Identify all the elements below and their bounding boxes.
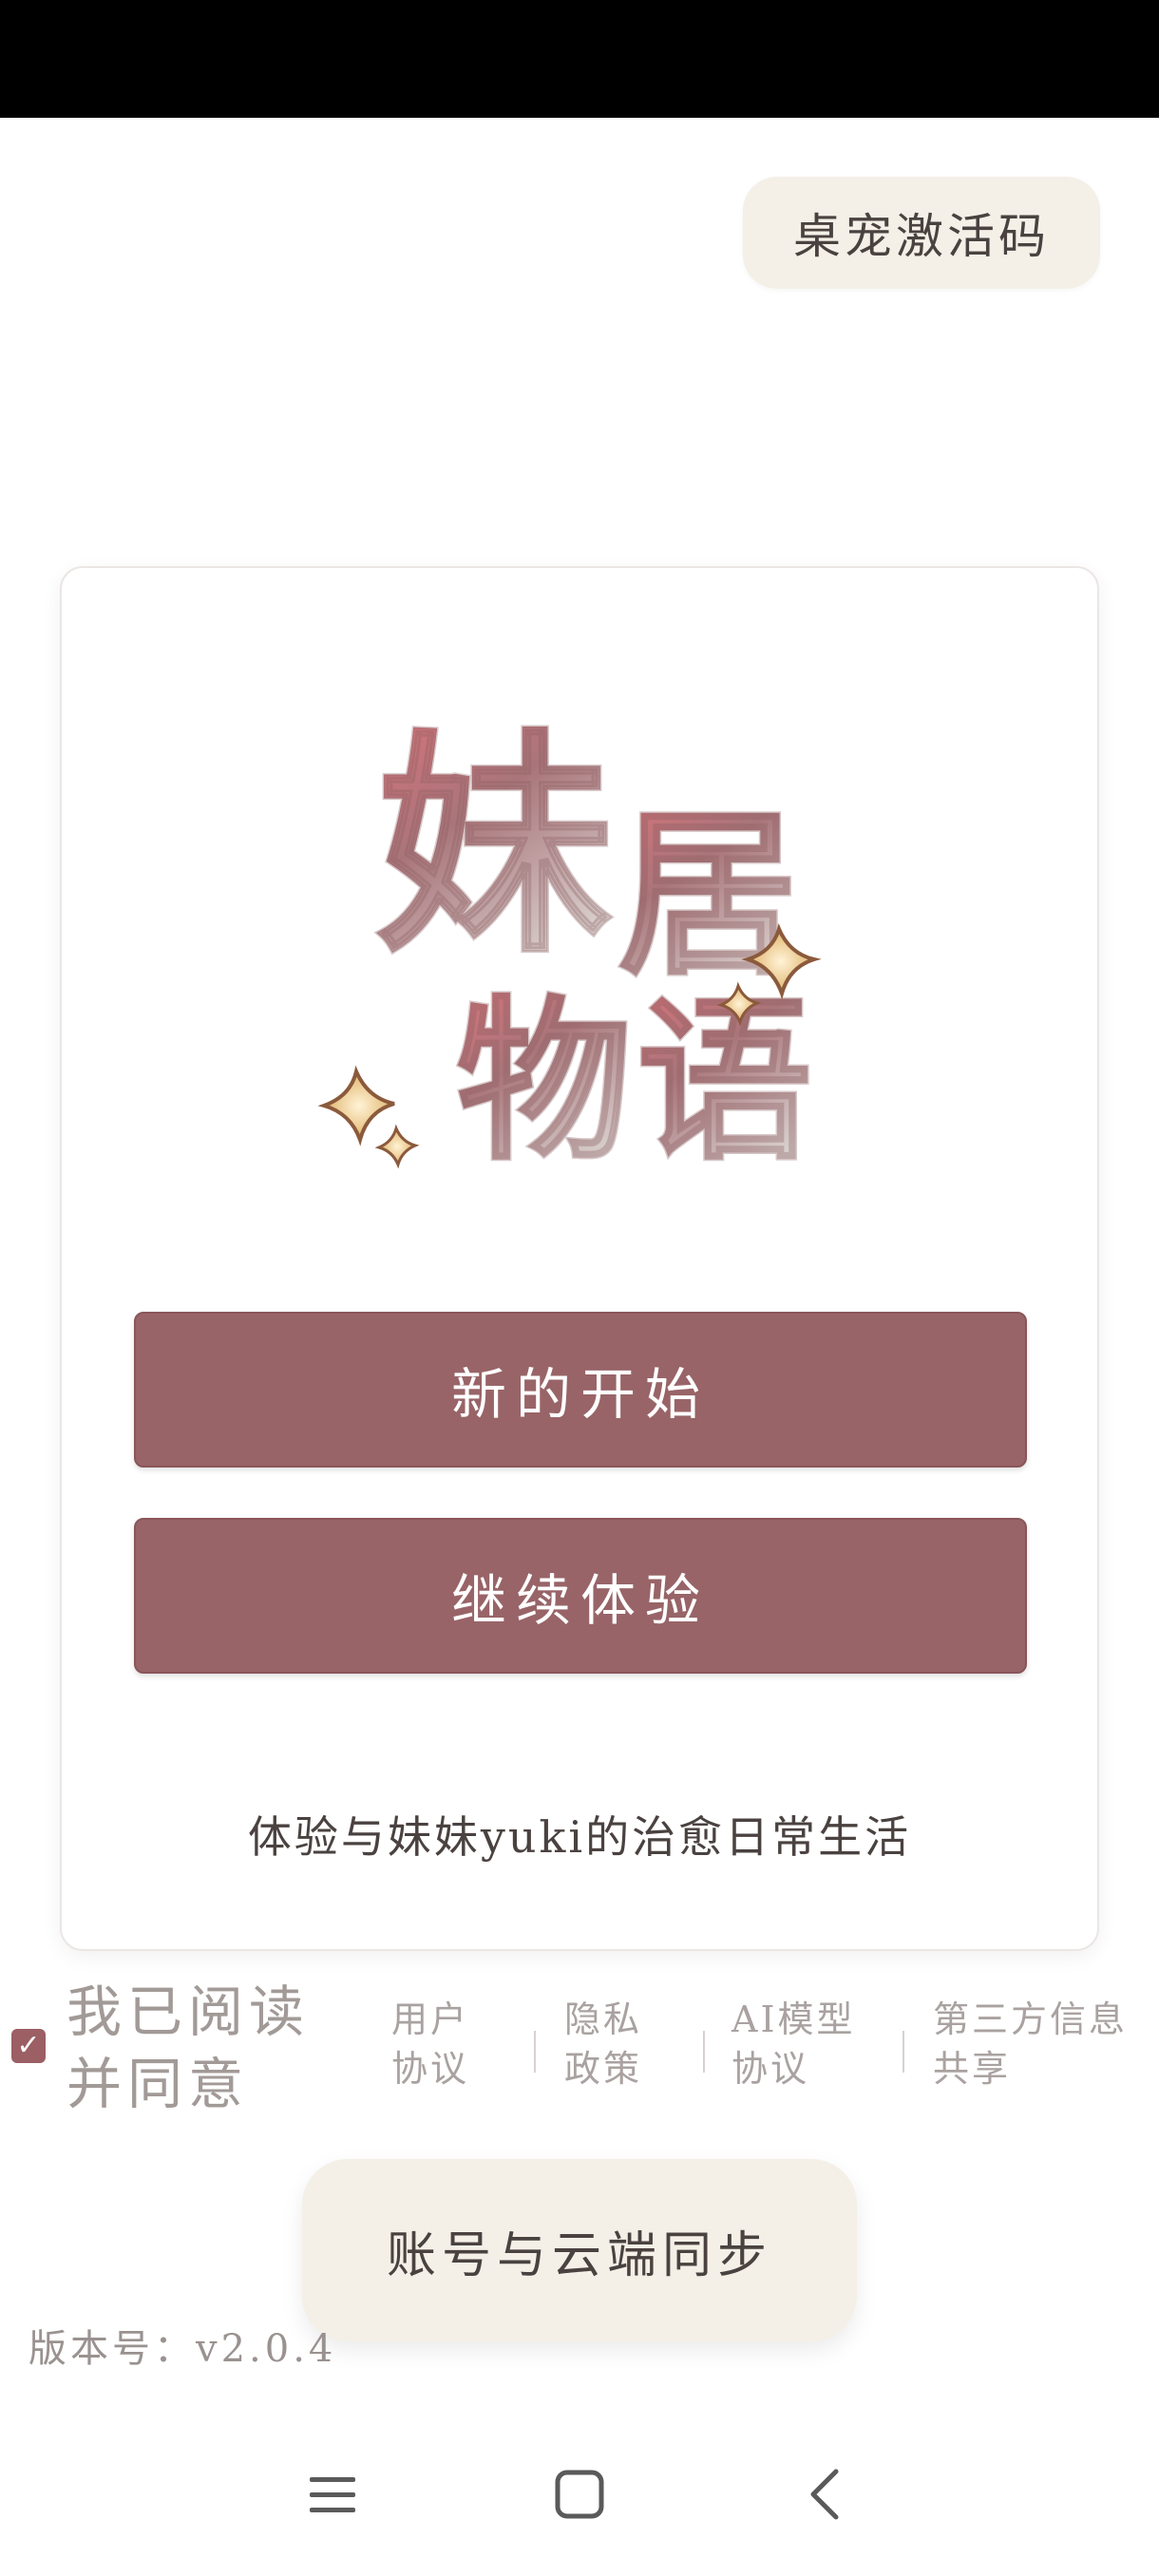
privacy-policy-link[interactable]: 隐私政策 (564, 1995, 669, 2093)
menu-icon[interactable] (298, 2460, 367, 2529)
link-divider (902, 2031, 904, 2073)
logo-char-1: 妹 (375, 709, 613, 985)
new-start-button[interactable]: 新的开始 (134, 1312, 1027, 1468)
logo-char-4: 语 (636, 979, 812, 1184)
activation-code-button[interactable]: 桌宠激活码 (743, 177, 1100, 289)
ai-model-agreement-link[interactable]: AI模型协议 (732, 1995, 893, 2093)
user-agreement-link[interactable]: 用户协议 (391, 1995, 496, 2093)
agree-label: 我已阅读并同意 (66, 1979, 311, 2116)
welcome-card: 妹 居 物 语 新的开始 继续体验 体验与妹妹yuki的治愈日常生活 (60, 566, 1099, 1951)
status-bar (0, 0, 1159, 118)
sparkle-left-icon (317, 1065, 420, 1169)
third-party-sharing-link[interactable]: 第三方信息共享 (933, 1995, 1151, 2093)
system-nav-bar (0, 2432, 1159, 2576)
cloud-sync-button[interactable]: 账号与云端同步 (302, 2159, 857, 2341)
logo-artwork: 妹 居 物 语 (317, 708, 822, 1186)
version-label: 版本号：v2.0.4 (28, 2327, 337, 2371)
home-icon[interactable] (545, 2460, 614, 2529)
app-logo: 妹 居 物 语 (252, 644, 936, 1233)
link-divider (534, 2031, 536, 2073)
back-icon[interactable] (792, 2460, 861, 2529)
continue-button[interactable]: 继续体验 (134, 1518, 1027, 1674)
agreement-row: ✓ 我已阅读并同意 用户协议 隐私政策 AI模型协议 第三方信息共享 (11, 1976, 1151, 2128)
link-divider (703, 2031, 705, 2073)
tagline: 体验与妹妹yuki的治愈日常生活 (247, 1811, 912, 1863)
logo-char-3: 物 (456, 979, 632, 1184)
agree-checkbox[interactable]: ✓ (11, 2029, 46, 2063)
